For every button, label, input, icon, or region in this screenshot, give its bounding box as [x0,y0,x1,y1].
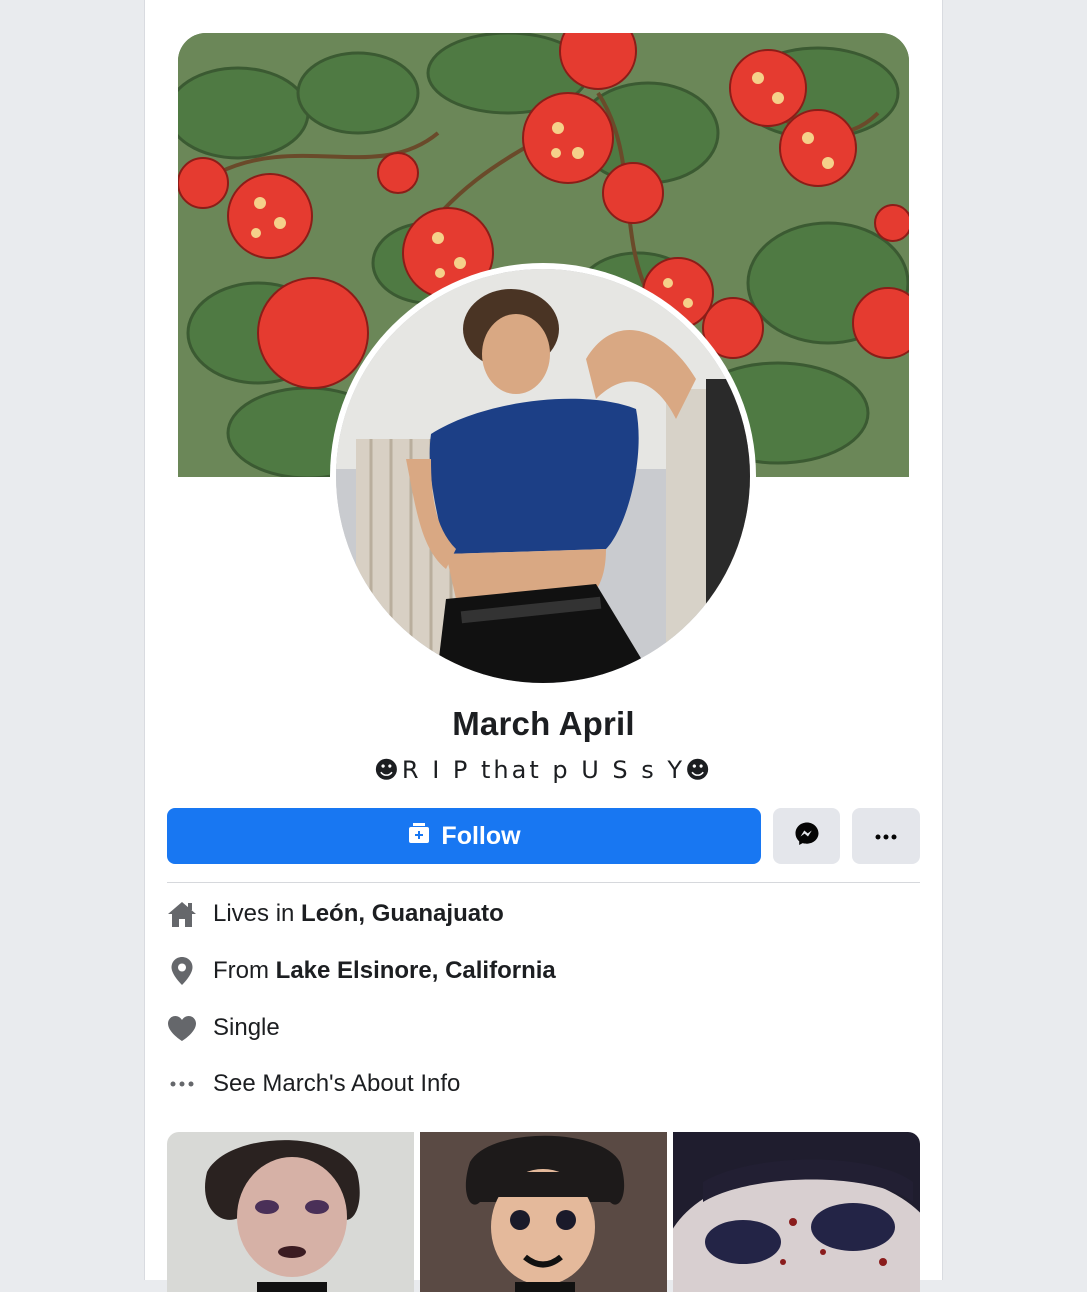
follow-label: Follow [441,821,521,850]
divider [167,882,920,883]
more-options-button[interactable] [852,808,920,864]
from-value[interactable]: Lake Elsinore, California [276,957,556,985]
more-dots-icon [167,1069,197,1099]
add-friend-icon [407,821,431,852]
intro-from: From Lake Elsinore, California [167,951,556,991]
profile-page: March April ☻R I P that p U S s Y☻ Follo… [144,0,943,1292]
heart-icon [167,1013,197,1043]
follow-button[interactable]: Follow [167,808,761,864]
featured-photo[interactable] [167,1132,414,1292]
lives-in-prefix: Lives in [213,900,302,927]
intro-about-link-row[interactable]: See March's About Info [167,1064,460,1104]
intro-relationship: Single [167,1008,280,1048]
profile-bio: ☻R I P that p U S s Y☻ [373,756,714,784]
featured-photo[interactable] [673,1132,920,1292]
from-prefix: From [213,957,276,984]
lives-in-value[interactable]: León, Guanajuato [301,900,504,928]
more-dots-icon [875,827,897,845]
location-pin-icon [167,956,197,986]
featured-photos [167,1132,920,1292]
profile-picture[interactable] [330,263,756,689]
profile-name: March April [452,705,635,742]
photo-image [167,1132,414,1292]
photo-image [420,1132,667,1292]
relationship-status: Single [213,1014,280,1041]
intro-lives-in: Lives in León, Guanajuato [167,894,504,934]
message-button[interactable] [773,808,840,864]
home-icon [167,899,197,929]
messenger-icon [794,821,820,852]
see-about-info-link[interactable]: See March's About Info [213,1070,460,1098]
photo-image [673,1132,920,1292]
profile-photo-image [336,269,750,683]
featured-photo[interactable] [420,1132,667,1292]
